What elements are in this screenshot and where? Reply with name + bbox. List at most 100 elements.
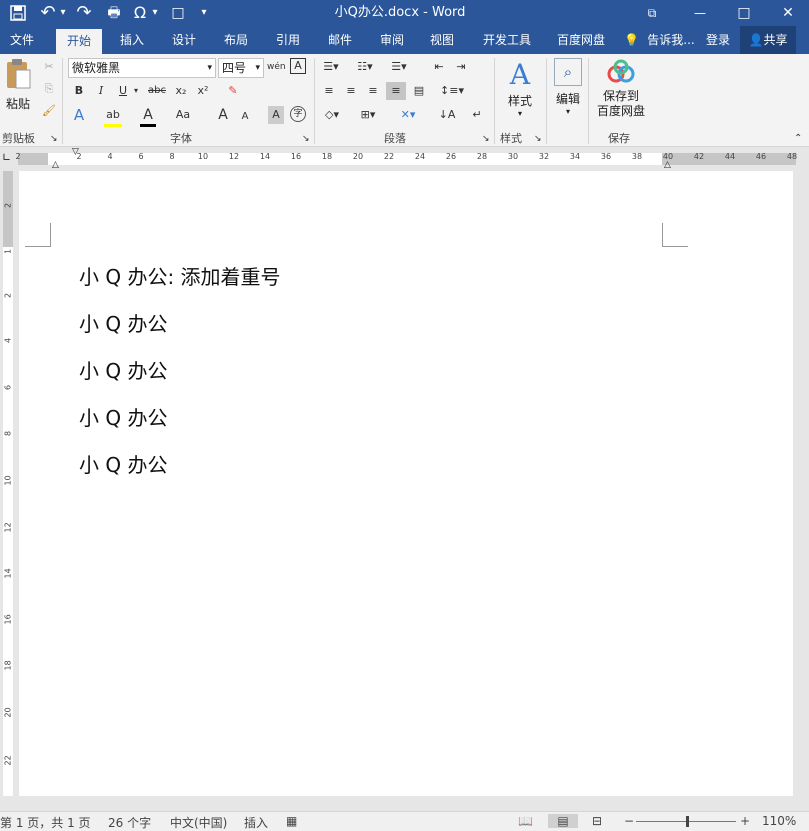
undo-icon[interactable]: ↶	[38, 0, 58, 26]
align-right-icon[interactable]: ≡	[364, 82, 382, 100]
numbering-icon[interactable]: ☷▾	[354, 58, 376, 76]
format-painter-icon[interactable]: 🖌	[40, 102, 58, 120]
borders-icon[interactable]: ⊞▾	[356, 106, 380, 124]
document-line[interactable]: 小 Q 办公	[79, 355, 167, 384]
tab-mailings[interactable]: 邮件	[318, 26, 362, 54]
undo-dropdown-icon[interactable]: ▾	[58, 0, 68, 26]
font-size-select[interactable]: 四号 ▾	[218, 58, 264, 78]
document-line[interactable]: 小 Q 办公	[79, 402, 167, 431]
web-layout-icon[interactable]: ⊟	[592, 814, 602, 828]
tab-insert[interactable]: 插入	[110, 26, 154, 54]
shading-icon[interactable]: ◇▾	[320, 106, 344, 124]
vertical-scrollbar[interactable]	[794, 171, 809, 796]
multilevel-list-icon[interactable]: ☰▾	[388, 58, 410, 76]
minimize-icon[interactable]: —	[688, 0, 712, 26]
tab-layout[interactable]: 布局	[214, 26, 258, 54]
save-to-baidu-button[interactable]: 保存到 百度网盘	[594, 58, 648, 124]
italic-button[interactable]: I	[92, 82, 110, 100]
decrease-indent-icon[interactable]: ⇤	[430, 58, 448, 76]
print-layout-icon[interactable]: ▤	[548, 814, 578, 828]
increase-indent-icon[interactable]: ⇥	[452, 58, 470, 76]
clear-formatting-icon[interactable]: ✎	[224, 82, 242, 100]
grow-font-icon[interactable]: A	[216, 106, 230, 124]
line-spacing-icon[interactable]: ↕≡▾	[440, 82, 464, 100]
highlight-color-icon[interactable]: ab	[104, 106, 122, 127]
styles-launcher-icon[interactable]: ↘	[534, 130, 542, 148]
font-name-select[interactable]: 微软雅黑 ▾	[68, 58, 216, 78]
subscript-button[interactable]: x₂	[172, 82, 190, 100]
show-marks-icon[interactable]: ↵	[470, 106, 484, 124]
page-count[interactable]: 第 1 页，共 1 页	[0, 814, 91, 831]
read-mode-icon[interactable]: 📖	[518, 814, 533, 828]
align-left-icon[interactable]: ≡	[320, 82, 338, 100]
cut-icon[interactable]: ✂	[40, 58, 58, 76]
first-line-indent-marker[interactable]: ▽	[72, 147, 79, 157]
tab-design[interactable]: 设计	[162, 26, 206, 54]
enclose-char-icon[interactable]: 字	[290, 106, 306, 122]
strikethrough-button[interactable]: abc	[144, 82, 170, 100]
distributed-icon[interactable]: ▤	[410, 82, 428, 100]
justify-icon[interactable]: ≡	[386, 82, 406, 100]
document-line[interactable]: 小 Q 办公	[79, 449, 167, 478]
underline-button[interactable]: U	[114, 82, 132, 100]
document-line[interactable]: 小 Q 办公	[79, 308, 167, 337]
zoom-in-icon[interactable]: +	[740, 814, 750, 828]
text-effects-icon[interactable]: A	[70, 106, 88, 124]
customize-qat-icon[interactable]: ▾	[198, 0, 210, 26]
symbol-icon[interactable]: Ω	[130, 0, 150, 26]
new-document-icon[interactable]: □	[168, 0, 188, 26]
tell-me-search[interactable]: 告诉我...	[644, 26, 698, 54]
paragraph-launcher-icon[interactable]: ↘	[482, 130, 490, 148]
zoom-out-icon[interactable]: −	[624, 814, 634, 828]
redo-icon[interactable]: ↷	[74, 0, 94, 26]
zoom-level[interactable]: 110%	[762, 814, 796, 828]
document-page[interactable]: 小 Q 办公: 添加着重号 小 Q 办公 小 Q 办公 小 Q 办公 小 Q 办…	[19, 171, 793, 796]
copy-icon[interactable]: ⎘	[40, 80, 58, 98]
zoom-slider[interactable]	[636, 816, 736, 827]
chinese-layout-icon[interactable]: ✕▾	[396, 106, 420, 124]
left-indent-marker[interactable]: △	[52, 160, 59, 170]
share-button[interactable]: 👤共享	[740, 26, 796, 54]
char-border-icon[interactable]: A	[290, 58, 306, 74]
language-indicator[interactable]: 中文(中国)	[170, 814, 227, 831]
vertical-ruler[interactable]: 2 1 2 4 6 8 10 12 14 16 18 20 22	[0, 171, 18, 796]
macro-record-icon[interactable]: ▦	[286, 814, 297, 828]
sort-icon[interactable]: ↓A	[438, 106, 456, 124]
maximize-icon[interactable]: □	[732, 0, 756, 26]
signin-link[interactable]: 登录	[700, 26, 736, 54]
tab-references[interactable]: 引用	[266, 26, 310, 54]
right-indent-marker[interactable]: △	[664, 160, 671, 170]
insert-mode[interactable]: 插入	[244, 814, 268, 831]
align-center-icon[interactable]: ≡	[342, 82, 360, 100]
document-line[interactable]: 小 Q 办公: 添加着重号	[79, 261, 281, 290]
tab-selector-icon[interactable]: ∟	[2, 151, 11, 164]
clipboard-launcher-icon[interactable]: ↘	[50, 130, 58, 148]
superscript-button[interactable]: x²	[194, 82, 212, 100]
tab-file[interactable]: 文件	[2, 26, 42, 54]
close-icon[interactable]: ✕	[776, 0, 800, 26]
collapse-ribbon-icon[interactable]: ⌃	[794, 130, 802, 148]
print-preview-icon[interactable]: 🖶	[104, 0, 124, 26]
bold-button[interactable]: B	[70, 82, 88, 100]
horizontal-ruler[interactable]: ∟ 2 2 4 6 8 10 12 14 16 18 20 22 24 26 28 30 32 34 36 38 40 4…	[0, 147, 809, 171]
symbol-dropdown-icon[interactable]: ▾	[150, 0, 160, 26]
tab-home[interactable]: 开始	[56, 29, 102, 54]
ribbon-display-icon[interactable]: ⧉	[640, 0, 664, 26]
underline-dropdown-icon[interactable]: ▾	[132, 82, 140, 100]
paste-button[interactable]: 粘贴	[4, 58, 32, 118]
char-shading-icon[interactable]: A	[268, 106, 284, 124]
tab-baidu-netdisk[interactable]: 百度网盘	[548, 26, 614, 54]
tab-review[interactable]: 审阅	[370, 26, 414, 54]
word-count[interactable]: 26 个字	[108, 814, 151, 831]
phonetic-guide-icon[interactable]: wén	[267, 58, 286, 76]
shrink-font-icon[interactable]: A	[238, 108, 252, 126]
font-launcher-icon[interactable]: ↘	[302, 130, 310, 148]
font-color-icon[interactable]: A	[140, 106, 156, 127]
bullets-icon[interactable]: ☰▾	[320, 58, 342, 76]
change-case-icon[interactable]: Aa	[172, 106, 194, 124]
tab-view[interactable]: 视图	[420, 26, 464, 54]
editing-button[interactable]: ⌕ 编辑 ▾	[552, 58, 584, 124]
styles-button[interactable]: A 样式 ▾	[500, 58, 540, 124]
zoom-slider-thumb[interactable]	[686, 816, 689, 827]
tab-developer[interactable]: 开发工具	[474, 26, 540, 54]
